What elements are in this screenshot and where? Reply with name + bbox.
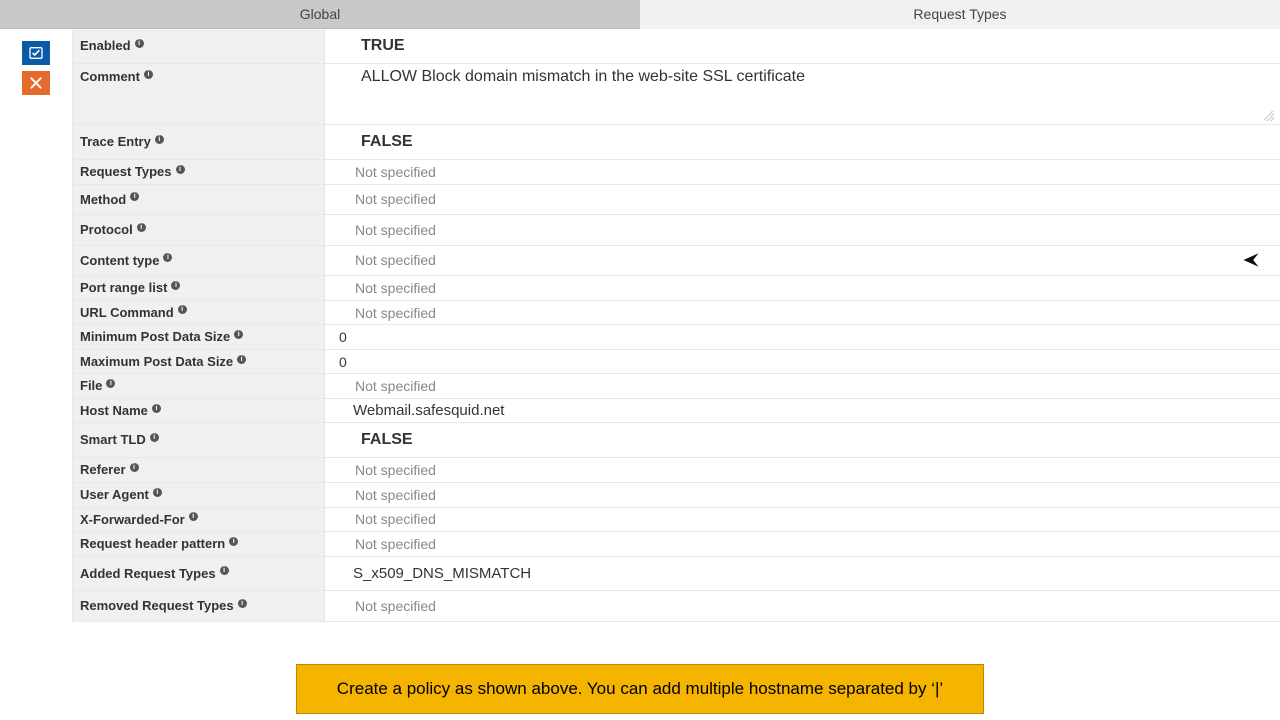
row-url-command: URL Commandi Not specified (73, 301, 1280, 326)
label-smart-tld: Smart TLDi (73, 423, 325, 457)
info-icon[interactable]: i (237, 355, 246, 364)
row-host-name: Host Namei Webmail.safesquid.net (73, 399, 1280, 424)
label-comment: Commenti (73, 64, 325, 124)
info-icon[interactable]: i (153, 488, 162, 497)
row-max-post: Maximum Post Data Sizei 0 (73, 350, 1280, 375)
label-req-header: Request header patterni (73, 532, 325, 556)
label-enabled: Enabledi (73, 29, 325, 63)
tab-global[interactable]: Global (0, 0, 640, 29)
label-x-forwarded: X-Forwarded-Fori (73, 508, 325, 532)
instruction-banner-wrap: Create a policy as shown above. You can … (0, 664, 1280, 714)
row-referer: Refereri Not specified (73, 458, 1280, 483)
label-port-range: Port range listi (73, 276, 325, 300)
value-max-post[interactable]: 0 (325, 350, 1280, 374)
value-x-forwarded[interactable]: Not specified (325, 508, 1280, 532)
value-smart-tld[interactable]: FALSE (325, 423, 1280, 457)
side-actions (0, 29, 72, 622)
info-icon[interactable]: i (155, 135, 164, 144)
value-file[interactable]: Not specified (325, 374, 1280, 398)
value-added-req[interactable]: S_x509_DNS_MISMATCH (325, 557, 1280, 591)
info-icon[interactable]: i (229, 537, 238, 546)
info-icon[interactable]: i (220, 566, 229, 575)
info-icon[interactable]: i (234, 330, 243, 339)
label-referer: Refereri (73, 458, 325, 482)
label-max-post: Maximum Post Data Sizei (73, 350, 325, 374)
row-trace-entry: Trace Entryi FALSE (73, 125, 1280, 160)
value-comment[interactable]: ALLOW Block domain mismatch in the web-s… (325, 64, 1280, 124)
value-host-name[interactable]: Webmail.safesquid.net (325, 399, 1280, 423)
info-icon[interactable]: i (150, 433, 159, 442)
value-trace-entry[interactable]: FALSE (325, 125, 1280, 159)
value-content-type[interactable]: Not specified (325, 246, 1280, 276)
label-protocol: Protocoli (73, 215, 325, 245)
label-content-type: Content typei (73, 246, 325, 276)
row-comment: Commenti ALLOW Block domain mismatch in … (73, 64, 1280, 125)
row-protocol: Protocoli Not specified (73, 215, 1280, 246)
info-icon[interactable]: i (130, 192, 139, 201)
info-icon[interactable]: i (189, 512, 198, 521)
row-content-type: Content typei Not specified (73, 246, 1280, 277)
value-req-header[interactable]: Not specified (325, 532, 1280, 556)
form-panel: Enabledi TRUE Commenti ALLOW Block domai… (72, 29, 1280, 622)
label-removed-req: Removed Request Typesi (73, 591, 325, 621)
row-min-post: Minimum Post Data Sizei 0 (73, 325, 1280, 350)
row-req-header: Request header patterni Not specified (73, 532, 1280, 557)
info-icon[interactable]: i (178, 305, 187, 314)
row-added-req: Added Request Typesi S_x509_DNS_MISMATCH (73, 557, 1280, 592)
row-user-agent: User Agenti Not specified (73, 483, 1280, 508)
value-port-range[interactable]: Not specified (325, 276, 1280, 300)
value-enabled[interactable]: TRUE (325, 29, 1280, 63)
info-icon[interactable]: i (137, 223, 146, 232)
info-icon[interactable]: i (106, 379, 115, 388)
info-icon[interactable]: i (163, 253, 172, 262)
row-method: Methodi Not specified (73, 185, 1280, 216)
info-icon[interactable]: i (171, 281, 180, 290)
row-port-range: Port range listi Not specified (73, 276, 1280, 301)
info-icon[interactable]: i (130, 463, 139, 472)
row-request-types: Request Typesi Not specified (73, 160, 1280, 185)
row-x-forwarded: X-Forwarded-Fori Not specified (73, 508, 1280, 533)
value-min-post[interactable]: 0 (325, 325, 1280, 349)
value-url-command[interactable]: Not specified (325, 301, 1280, 325)
info-icon[interactable]: i (152, 404, 161, 413)
cancel-button[interactable] (22, 71, 50, 95)
label-request-types: Request Typesi (73, 160, 325, 184)
row-file: Filei Not specified (73, 374, 1280, 399)
info-icon[interactable]: i (176, 165, 185, 174)
close-icon (28, 75, 44, 91)
info-icon[interactable]: i (144, 70, 153, 79)
save-button[interactable] (22, 41, 50, 65)
label-host-name: Host Namei (73, 399, 325, 423)
tab-request-types[interactable]: Request Types (640, 0, 1280, 29)
label-method: Methodi (73, 185, 325, 215)
info-icon[interactable]: i (135, 39, 144, 48)
value-method[interactable]: Not specified (325, 185, 1280, 215)
value-referer[interactable]: Not specified (325, 458, 1280, 482)
label-url-command: URL Commandi (73, 301, 325, 325)
instruction-banner: Create a policy as shown above. You can … (296, 664, 984, 714)
label-min-post: Minimum Post Data Sizei (73, 325, 325, 349)
label-trace-entry: Trace Entryi (73, 125, 325, 159)
label-added-req: Added Request Typesi (73, 557, 325, 591)
row-enabled: Enabledi TRUE (73, 29, 1280, 64)
value-removed-req[interactable]: Not specified (325, 591, 1280, 621)
value-user-agent[interactable]: Not specified (325, 483, 1280, 507)
value-protocol[interactable]: Not specified (325, 215, 1280, 245)
resize-handle-icon[interactable] (1264, 111, 1274, 121)
check-icon (27, 45, 45, 61)
value-request-types[interactable]: Not specified (325, 160, 1280, 184)
info-icon[interactable]: i (238, 599, 247, 608)
row-smart-tld: Smart TLDi FALSE (73, 423, 1280, 458)
label-user-agent: User Agenti (73, 483, 325, 507)
send-icon[interactable] (1242, 251, 1260, 269)
label-file: Filei (73, 374, 325, 398)
row-removed-req: Removed Request Typesi Not specified (73, 591, 1280, 622)
